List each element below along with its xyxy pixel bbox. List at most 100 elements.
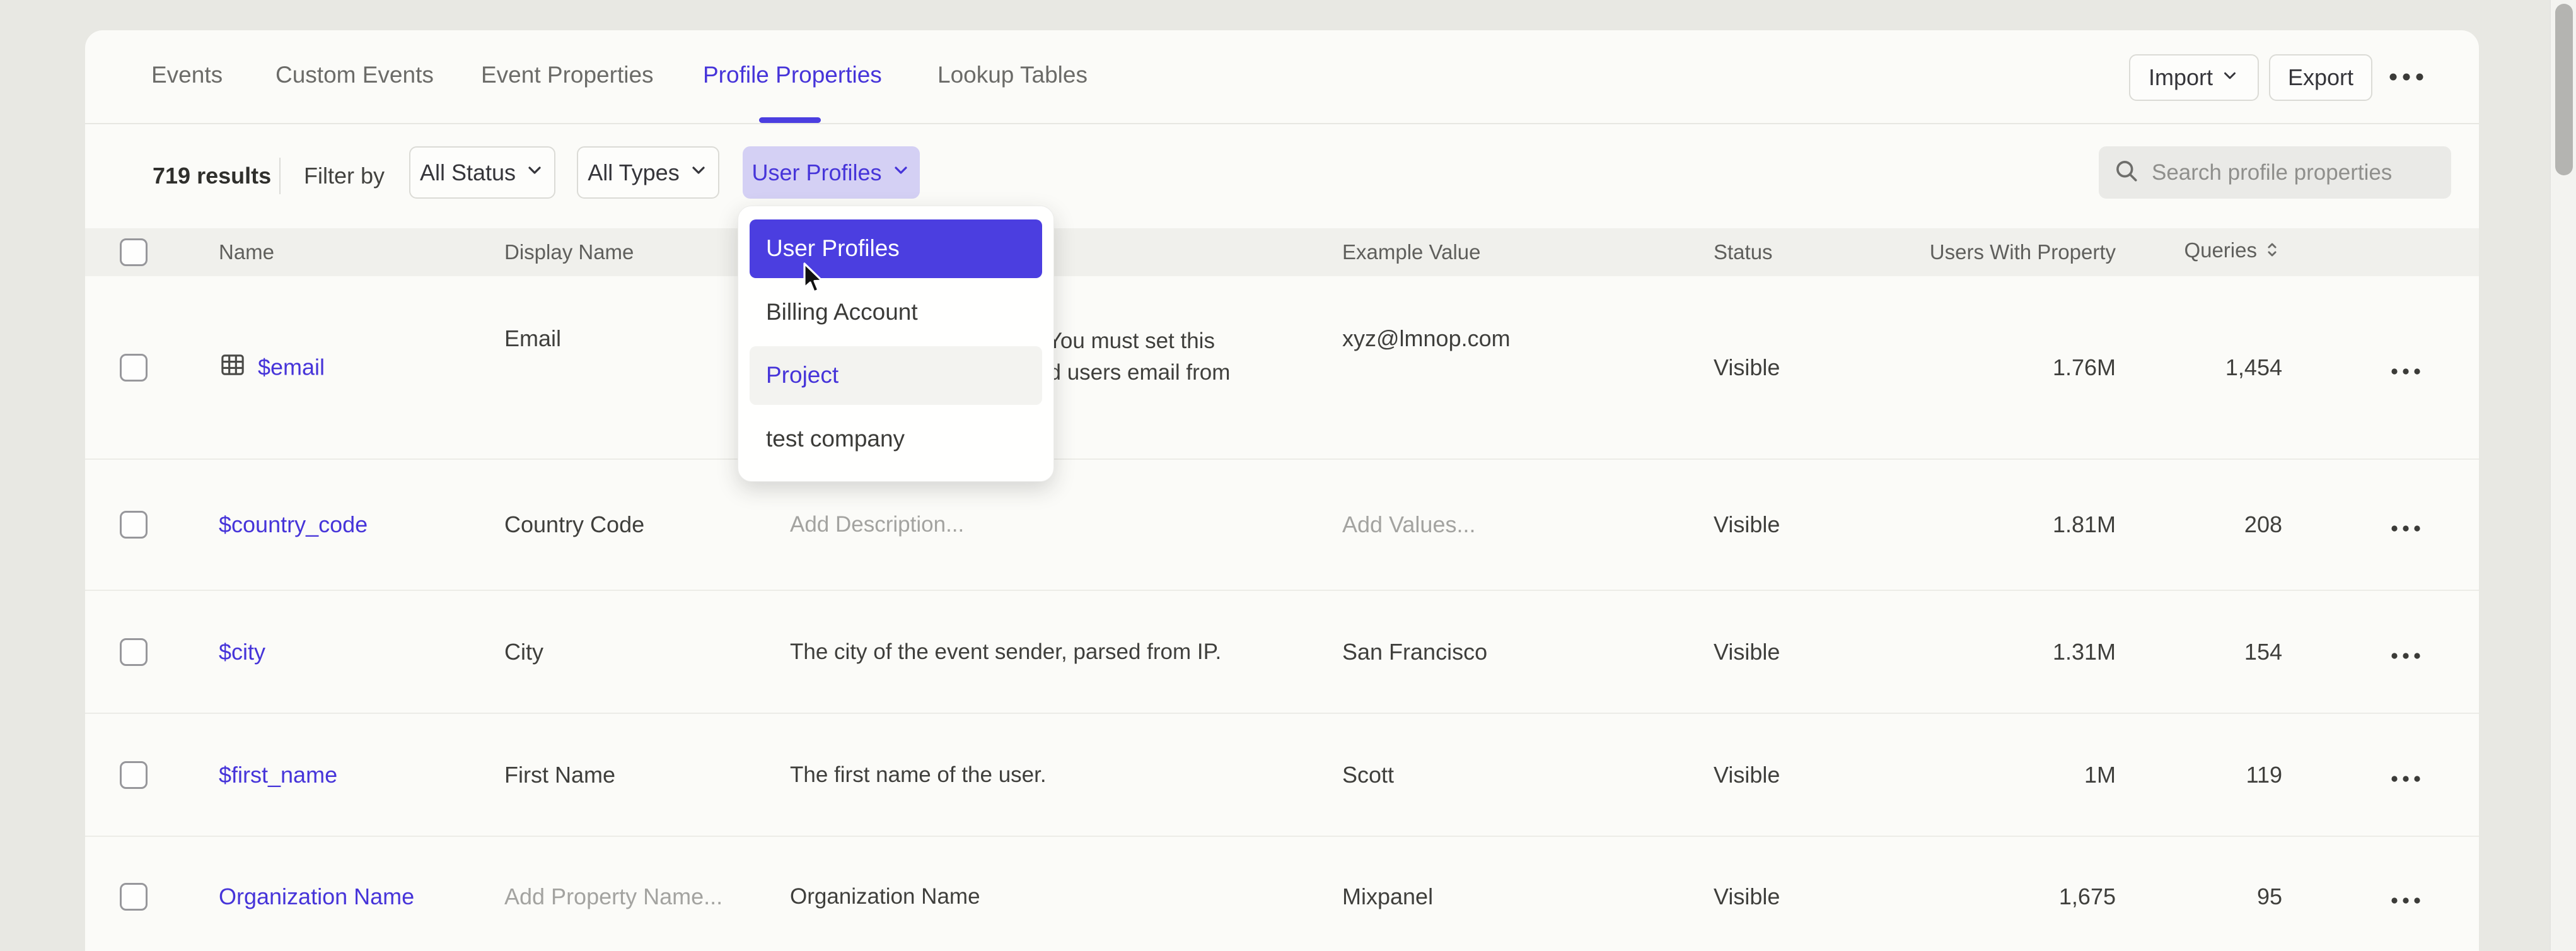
users-with-property-cell: 1M	[1914, 762, 2116, 788]
table-row: Organization Name Add Property Name... O…	[85, 837, 2479, 951]
dropdown-item-project[interactable]: Project	[750, 346, 1042, 405]
queries-cell: 95	[2159, 884, 2282, 910]
column-header-display-name[interactable]: Display Name	[504, 240, 634, 264]
active-tab-underline	[759, 117, 821, 123]
row-checkbox[interactable]	[120, 511, 148, 539]
example-value-cell[interactable]: xyz@lmnop.com	[1342, 325, 1511, 352]
search-icon	[2113, 157, 2140, 188]
scrollbar-thumb[interactable]	[2555, 4, 2573, 175]
status-cell[interactable]: Visible	[1714, 639, 1780, 665]
queries-cell: 119	[2159, 762, 2282, 788]
row-actions-button[interactable]	[2386, 884, 2425, 910]
table-row: $city City The city of the event sender,…	[85, 591, 2479, 714]
export-button-label: Export	[2288, 64, 2353, 91]
ellipsis-icon	[2391, 762, 2421, 788]
users-with-property-cell: 1.76M	[1914, 354, 2116, 381]
example-value-cell[interactable]: Add Values...	[1342, 511, 1475, 538]
tab-lookup-tables[interactable]: Lookup Tables	[937, 62, 1088, 88]
property-name-link[interactable]: $first_name	[219, 762, 337, 788]
sort-icon[interactable]	[2262, 238, 2282, 266]
ellipsis-icon	[2391, 884, 2421, 910]
row-checkbox[interactable]	[120, 638, 148, 666]
tab-custom-events[interactable]: Custom Events	[276, 62, 434, 88]
tab-profile-properties[interactable]: Profile Properties	[703, 62, 882, 88]
description-cell[interactable]: Organization Name	[790, 881, 1231, 913]
property-name-link[interactable]: Organization Name	[219, 884, 414, 909]
status-filter-label: All Status	[420, 160, 516, 186]
name-cell: $first_name	[219, 762, 337, 788]
users-with-property-cell: 1.81M	[1914, 511, 2116, 538]
column-header-example-value[interactable]: Example Value	[1342, 240, 1481, 264]
lookup-table-icon	[219, 351, 247, 384]
queries-header-label: Queries	[2184, 238, 2257, 262]
export-button[interactable]: Export	[2269, 54, 2372, 101]
vertical-divider	[279, 158, 281, 194]
ellipsis-icon	[2391, 511, 2421, 538]
dropdown-item-billing-account[interactable]: Billing Account	[750, 283, 1042, 342]
dropdown-item-test-company[interactable]: test company	[750, 410, 1042, 469]
status-cell[interactable]: Visible	[1714, 354, 1780, 381]
table-row: $email Email The user's email address. Y…	[85, 276, 2479, 460]
row-actions-button[interactable]	[2386, 762, 2425, 788]
property-name-link[interactable]: $city	[219, 639, 265, 665]
row-checkbox[interactable]	[120, 354, 148, 382]
users-with-property-cell: 1.31M	[1914, 639, 2116, 665]
example-value-cell[interactable]: Mixpanel	[1342, 884, 1433, 910]
table-body: $email Email The user's email address. Y…	[85, 276, 2479, 951]
scrollbar-track[interactable]	[2550, 0, 2576, 951]
content-card: Events Custom Events Event Properties Pr…	[85, 30, 2479, 951]
status-cell[interactable]: Visible	[1714, 762, 1780, 788]
profile-properties-screen: Events Custom Events Event Properties Pr…	[0, 0, 2576, 951]
select-all-checkbox[interactable]	[120, 238, 148, 266]
overflow-menu-button[interactable]	[2387, 67, 2425, 90]
display-name-cell[interactable]: City	[504, 639, 543, 665]
property-name-link[interactable]: $email	[258, 354, 325, 381]
status-filter-dropdown[interactable]: All Status	[409, 146, 555, 199]
description-cell[interactable]: The first name of the user.	[790, 759, 1231, 791]
name-cell: $country_code	[219, 511, 368, 538]
display-name-cell[interactable]: Email	[504, 325, 561, 352]
tab-bar: Events Custom Events Event Properties Pr…	[85, 30, 2479, 124]
property-name-link[interactable]: $country_code	[219, 511, 368, 537]
tab-events[interactable]: Events	[151, 62, 223, 88]
column-header-queries[interactable]: Queries	[2159, 238, 2282, 266]
profile-type-filter-label: User Profiles	[751, 160, 881, 186]
ellipsis-icon	[2388, 73, 2425, 85]
search-input[interactable]	[2150, 160, 2437, 186]
display-name-cell[interactable]: Add Property Name...	[504, 884, 722, 910]
example-value-cell[interactable]: San Francisco	[1342, 639, 1487, 665]
type-filter-dropdown[interactable]: All Types	[577, 146, 719, 199]
chevron-down-icon	[2220, 64, 2239, 91]
status-cell[interactable]: Visible	[1714, 511, 1780, 538]
ellipsis-icon	[2391, 354, 2421, 381]
tab-event-properties[interactable]: Event Properties	[481, 62, 654, 88]
ellipsis-icon	[2391, 639, 2421, 665]
display-name-cell[interactable]: First Name	[504, 762, 615, 788]
display-name-cell[interactable]: Country Code	[504, 511, 644, 538]
import-button-label: Import	[2149, 64, 2213, 91]
description-cell[interactable]: Add Description...	[790, 509, 1231, 540]
description-cell[interactable]: The city of the event sender, parsed fro…	[790, 636, 1231, 668]
row-checkbox[interactable]	[120, 883, 148, 911]
row-actions-button[interactable]	[2386, 511, 2425, 538]
status-cell[interactable]: Visible	[1714, 884, 1780, 910]
search-box	[2099, 146, 2451, 199]
row-actions-button[interactable]	[2386, 354, 2425, 381]
import-button[interactable]: Import	[2129, 54, 2259, 101]
chevron-down-icon	[891, 160, 911, 186]
row-checkbox[interactable]	[120, 761, 148, 789]
column-header-name[interactable]: Name	[219, 240, 274, 264]
filter-by-label: Filter by	[304, 163, 385, 189]
mouse-cursor	[802, 262, 831, 298]
example-value-cell[interactable]: Scott	[1342, 762, 1394, 788]
table-header: Name Display Name Example Value Status U…	[85, 228, 2479, 276]
dropdown-item-user-profiles[interactable]: User Profiles	[750, 219, 1042, 278]
profile-type-filter-dropdown[interactable]: User Profiles	[743, 146, 920, 199]
queries-cell: 208	[2159, 511, 2282, 538]
name-cell: $city	[219, 639, 265, 665]
row-actions-button[interactable]	[2386, 639, 2425, 665]
column-header-users-with-property[interactable]: Users With Property	[1914, 240, 2116, 264]
column-header-status[interactable]: Status	[1714, 240, 1773, 264]
name-cell: Organization Name	[219, 884, 414, 910]
type-filter-label: All Types	[588, 160, 679, 186]
